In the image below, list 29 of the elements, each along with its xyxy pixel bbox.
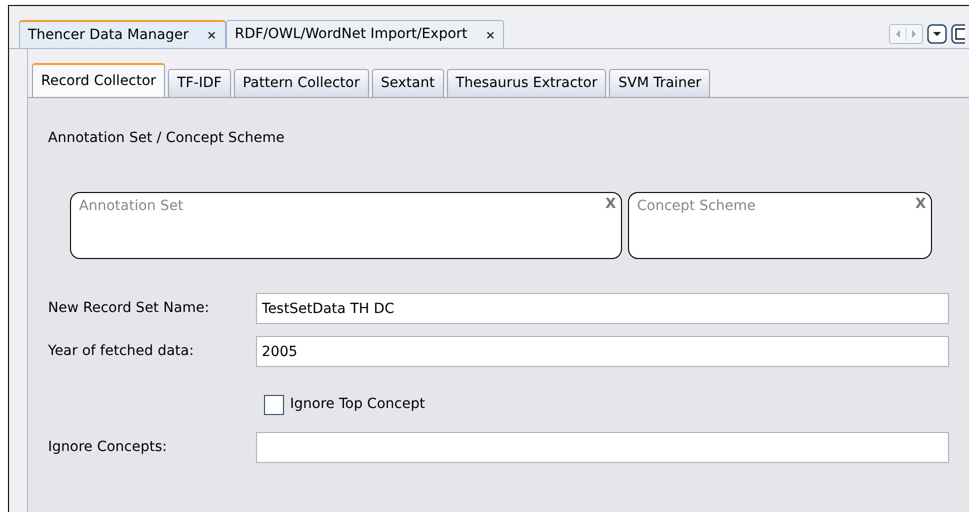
placeholder-text: Concept Scheme: [637, 198, 756, 214]
input-field[interactable]: TestSetData TH DC: [256, 293, 949, 324]
tab[interactable]: TF-IDF: [168, 69, 231, 97]
maximize-icon[interactable]: [951, 24, 965, 44]
field-label: New Record Set Name:: [48, 299, 210, 318]
field-label: Year of fetched data:: [48, 342, 195, 361]
drop-field[interactable]: Annotation Set X: [70, 192, 622, 259]
placeholder-text: Annotation Set: [79, 198, 184, 214]
dropdown-icon[interactable]: [927, 24, 947, 44]
input-field[interactable]: 2005: [256, 336, 949, 367]
section-title: Annotation Set / Concept Scheme: [48, 129, 286, 148]
checkbox-label: Ignore Top Concept: [290, 395, 425, 414]
tab[interactable]: Pattern Collector: [234, 69, 369, 97]
close-button[interactable]: ×: [485, 26, 496, 44]
tab[interactable]: Thesaurus Extractor: [446, 69, 606, 97]
checkbox[interactable]: [264, 394, 284, 414]
tab[interactable]: Sextant: [372, 69, 444, 97]
field-label: Ignore Concepts:: [48, 438, 168, 457]
clear-button[interactable]: X: [605, 194, 616, 215]
close-button[interactable]: ×: [206, 26, 217, 44]
tab-label: RDF/OWL/WordNet Import/Export: [234, 25, 468, 44]
input-field[interactable]: [256, 432, 949, 463]
editor-tab[interactable]: RDF/OWL/WordNet Import/Export ×: [226, 20, 504, 48]
tab[interactable]: Record Collector: [32, 63, 166, 97]
editor-tab[interactable]: Thencer Data Manager ×: [19, 20, 226, 48]
drop-field[interactable]: Concept Scheme X: [628, 192, 932, 259]
tab[interactable]: SVM Trainer: [609, 69, 710, 97]
clear-button[interactable]: X: [915, 194, 926, 215]
tab-label: Thencer Data Manager: [28, 26, 189, 44]
